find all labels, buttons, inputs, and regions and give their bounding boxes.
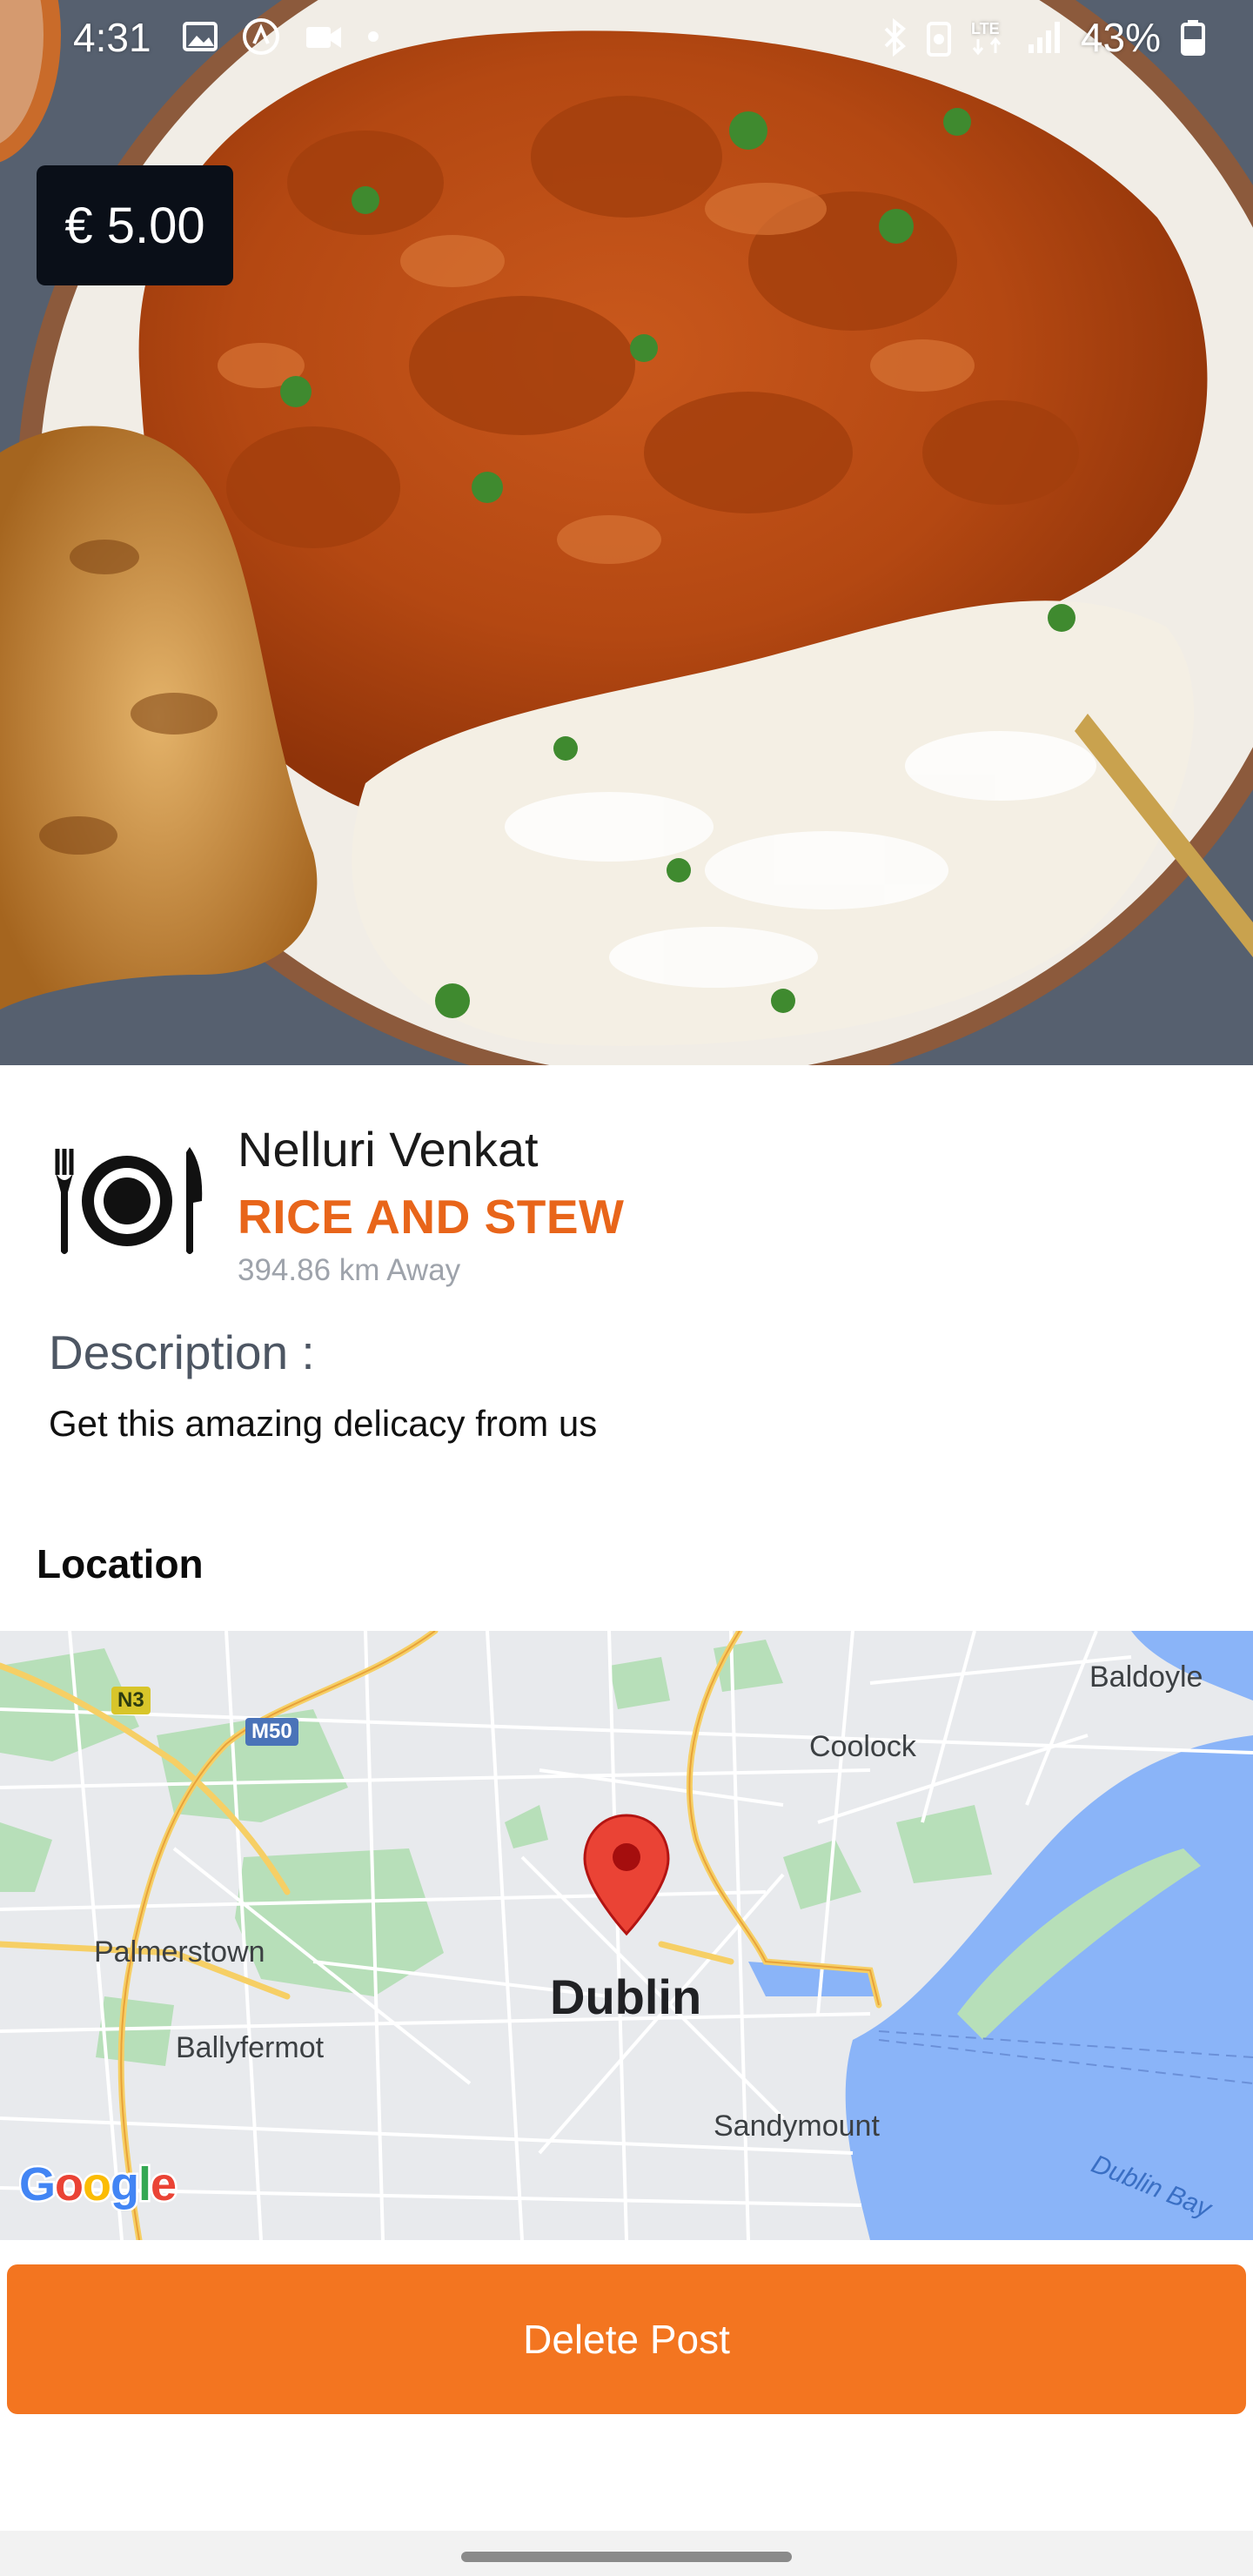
- price-badge: € 5.00: [37, 165, 233, 285]
- location-marker-icon[interactable]: [581, 1812, 672, 1937]
- battery-icon: [1181, 20, 1205, 56]
- status-time: 4:31: [73, 15, 151, 60]
- bluetooth-icon: [884, 18, 906, 57]
- location-map[interactable]: N3 M50 Baldoyle Coolock Palmerstown Ball…: [0, 1631, 1253, 2240]
- road-shield-n3: N3: [111, 1687, 151, 1714]
- description-label: Description :: [49, 1325, 315, 1379]
- battery-saver-icon: [926, 22, 951, 57]
- dot-icon: [368, 31, 379, 42]
- map-label-dublin: Dublin: [550, 1969, 702, 2024]
- seller-name: Nelluri Venkat: [238, 1122, 539, 1177]
- map-label-baldoyle: Baldoyle: [1089, 1660, 1203, 1694]
- status-system-icons: LTE 43%: [882, 14, 1206, 61]
- delete-post-button[interactable]: Delete Post: [7, 2264, 1246, 2414]
- location-heading: Location: [37, 1541, 204, 1587]
- food-photo: [0, 0, 1253, 1065]
- map-label-sandymount: Sandymount: [714, 2110, 880, 2143]
- distance-away: 394.86 km Away: [238, 1253, 461, 1287]
- dish-name: RICE AND STEW: [238, 1190, 625, 1244]
- food-photo-illustration: [0, 0, 1253, 1065]
- status-notification-icons: [183, 17, 379, 56]
- image-icon: [183, 22, 218, 51]
- video-icon: [306, 27, 341, 48]
- map-label-coolock: Coolock: [809, 1730, 916, 1763]
- google-wordmark: Google: [19, 2158, 179, 2210]
- road-shield-m50: M50: [245, 1718, 298, 1746]
- description-text: Get this amazing delicacy from us: [49, 1403, 598, 1444]
- lte-icon: LTE: [971, 20, 1002, 56]
- status-bar: 4:31 LTE 43%: [0, 0, 1253, 73]
- navigation-icon: [243, 18, 279, 55]
- svg-text:Google: Google: [19, 2158, 176, 2210]
- svg-text:LTE: LTE: [971, 20, 1000, 37]
- system-nav-bar: [0, 2531, 1253, 2576]
- plate-cutlery-icon: [55, 1147, 203, 1254]
- map-label-palmerstown: Palmerstown: [94, 1935, 265, 1969]
- map-label-ballyfermot: Ballyfermot: [176, 2031, 325, 2064]
- home-indicator[interactable]: [461, 2552, 792, 2562]
- signal-icon: [1028, 22, 1060, 53]
- battery-percent: 43%: [1080, 15, 1161, 60]
